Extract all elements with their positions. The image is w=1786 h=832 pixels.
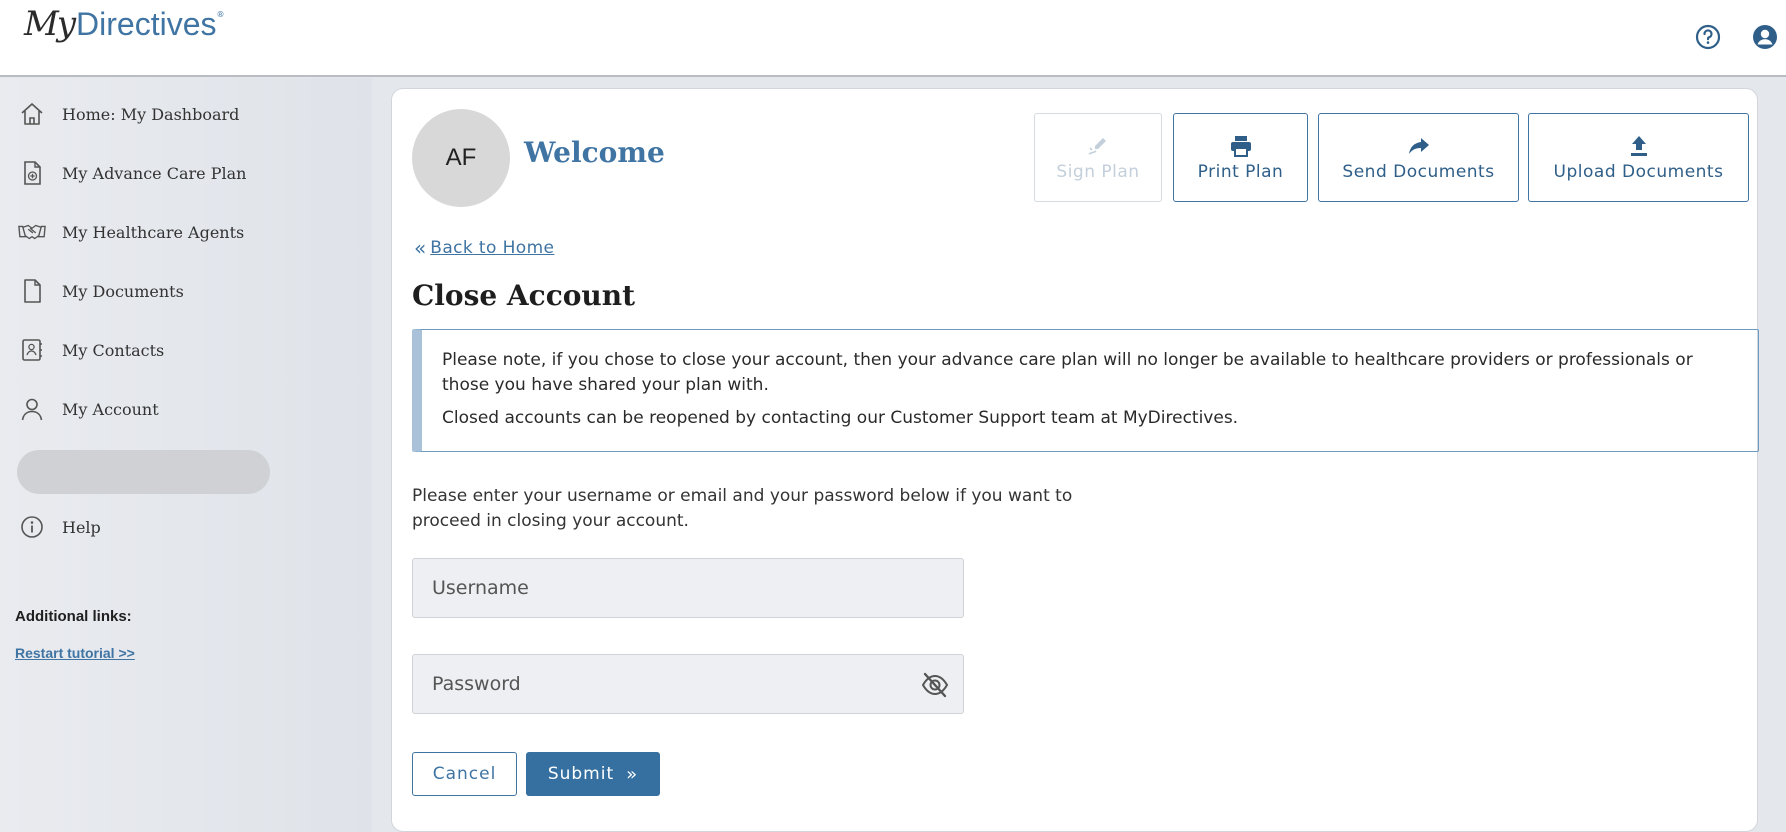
user-circle-icon[interactable] (1752, 24, 1778, 50)
notice-text-1: Please note, if you chose to close your … (442, 350, 1693, 395)
sidebar-item-label: My Account (62, 399, 159, 419)
sidebar-placeholder-pill (17, 450, 270, 494)
sidebar-item-home[interactable]: Home: My Dashboard (18, 99, 239, 129)
logo-directives: Directives (76, 6, 217, 42)
home-icon (18, 100, 46, 128)
password-input[interactable] (413, 655, 963, 713)
logo-registered-mark: ® (216, 10, 225, 19)
sidebar: Home: My Dashboard My Advance Care Plan … (0, 78, 372, 832)
sign-plan-button[interactable]: Sign Plan (1034, 113, 1162, 202)
submit-button[interactable]: Submit » (526, 752, 660, 796)
handshake-icon (18, 218, 46, 246)
main-panel: AF Welcome Sign Plan Print Plan Send Doc… (391, 88, 1759, 832)
sidebar-item-label: My Healthcare Agents (62, 222, 245, 242)
sidebar-item-help[interactable]: Help (18, 512, 101, 542)
mydirectives-logo[interactable]: My Directives ® (24, 4, 225, 64)
sidebar-item-label: Help (62, 517, 101, 537)
share-arrow-icon (1408, 137, 1429, 154)
close-account-notice: Please note, if you chose to close your … (412, 329, 1759, 452)
double-chevron-right-icon: » (626, 763, 639, 785)
sidebar-item-healthcare-agents[interactable]: My Healthcare Agents (18, 217, 244, 247)
print-plan-button[interactable]: Print Plan (1173, 113, 1308, 202)
sidebar-item-label: My Contacts (62, 340, 165, 360)
instructions-text: Please enter your username or email and … (412, 486, 1073, 531)
sidebar-item-contacts[interactable]: My Contacts (18, 335, 164, 365)
sidebar-item-account[interactable]: My Account (18, 394, 159, 424)
print-plan-label: Print Plan (1197, 161, 1284, 182)
back-to-home-link[interactable]: « Back to Home (414, 238, 554, 258)
welcome-heading: Welcome (524, 136, 665, 169)
double-chevron-left-icon: « (414, 236, 427, 260)
upload-icon (1630, 135, 1647, 156)
sign-plan-label: Sign Plan (1056, 161, 1140, 182)
restart-tutorial-link[interactable]: Restart tutorial >> (15, 645, 135, 661)
top-header: My Directives ® (0, 0, 1786, 77)
medical-document-icon (18, 159, 46, 187)
eye-off-icon[interactable] (921, 672, 949, 698)
upload-documents-label: Upload Documents (1553, 161, 1724, 182)
printer-icon (1230, 135, 1251, 157)
sidebar-item-label: My Documents (62, 281, 184, 301)
password-field-wrapper (412, 654, 964, 714)
additional-links-label: Additional links: (15, 608, 132, 625)
cancel-button[interactable]: Cancel (412, 752, 517, 796)
sidebar-item-label: My Advance Care Plan (62, 163, 247, 183)
upload-documents-button[interactable]: Upload Documents (1528, 113, 1749, 202)
user-icon (18, 395, 46, 423)
sidebar-item-advance-care-plan[interactable]: My Advance Care Plan (18, 158, 246, 188)
sidebar-item-label: Home: My Dashboard (62, 104, 240, 124)
back-to-home-label: Back to Home (430, 238, 555, 258)
avatar: AF (412, 109, 510, 207)
username-input[interactable] (413, 559, 963, 617)
send-documents-button[interactable]: Send Documents (1318, 113, 1519, 202)
signature-pen-icon (1088, 137, 1106, 155)
info-circle-icon (18, 513, 46, 541)
username-field-wrapper (412, 558, 964, 618)
help-circle-icon[interactable] (1695, 24, 1721, 50)
send-documents-label: Send Documents (1342, 161, 1495, 182)
document-icon (18, 277, 46, 305)
notice-text-2: Closed accounts can be reopened by conta… (442, 408, 1239, 428)
contacts-book-icon (18, 336, 46, 364)
logo-my: My (24, 4, 76, 44)
submit-label: Submit (547, 764, 615, 784)
page-title: Close Account (412, 279, 636, 312)
sidebar-item-documents[interactable]: My Documents (18, 276, 184, 306)
